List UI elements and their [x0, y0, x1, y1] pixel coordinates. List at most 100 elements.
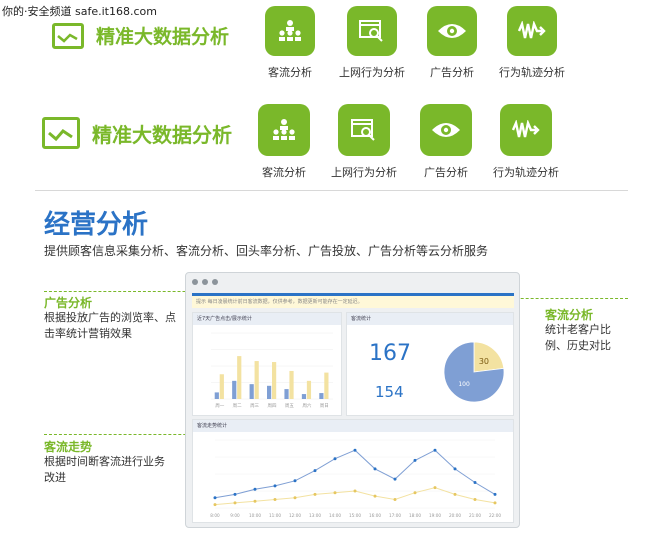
line-point: [393, 498, 397, 501]
bar-tick-label: 周二: [233, 403, 242, 409]
bar-tick-label: 周四: [268, 403, 277, 409]
line-point: [213, 503, 217, 507]
line-point: [473, 481, 477, 484]
line-point: [313, 469, 317, 473]
line-point: [313, 492, 317, 496]
bar: [284, 389, 289, 399]
bar: [219, 374, 224, 399]
line-point: [413, 458, 417, 462]
line-tick-label: 17:00: [389, 513, 401, 518]
bar-tick-label: 周日: [320, 403, 329, 409]
bar: [237, 356, 242, 399]
bar: [214, 392, 219, 399]
line-point: [253, 487, 257, 491]
wave-arrow-icon: [507, 6, 557, 56]
line-point: [333, 491, 337, 495]
line-point: [413, 491, 417, 495]
line-point: [493, 501, 497, 505]
bar-tick-label: 周一: [215, 403, 224, 409]
bar-tick-label: 周五: [285, 403, 294, 409]
dashboard-notice: 提示 每日凌晨统计前日客流数据，仅供参考，数据更新可能存在一定延迟。: [192, 296, 514, 308]
line-tick-label: 20:00: [449, 513, 461, 518]
feature-traffic-bottom[interactable]: 客流分析: [254, 104, 314, 180]
line-tick-label: 10:00: [249, 513, 261, 518]
feature-label: 客流分析: [262, 166, 306, 179]
bar-chart: 周一 周二 周三 周四 周五 周六 周日: [211, 332, 333, 409]
window-close-button[interactable]: [192, 279, 198, 285]
bar: [249, 384, 254, 399]
bar: [289, 370, 294, 399]
line-point: [373, 467, 377, 471]
section-divider: [35, 190, 628, 191]
brand-logo-bottom: 精准大数据分析: [42, 117, 232, 149]
bar: [267, 385, 272, 399]
line-tick-label: 14:00: [329, 513, 341, 518]
line-point: [453, 492, 457, 496]
feature-label: 行为轨迹分析: [493, 166, 559, 179]
browser-search-icon: [338, 104, 390, 156]
customer-count-primary: 167: [369, 341, 411, 366]
chart-trend-icon: [42, 117, 80, 149]
line-point: [293, 479, 297, 483]
line-point: [353, 489, 357, 493]
feature-ad-bottom[interactable]: 广告分析: [416, 104, 476, 180]
line-point: [233, 492, 237, 496]
brand-logo-top: 精准大数据分析: [52, 22, 229, 49]
line-point: [493, 492, 497, 496]
bar-tick-label: 周三: [250, 403, 259, 409]
pie-label: 30: [479, 357, 489, 366]
line-chart: 8:00 9:00 10:00 11:00 12:00 13:00 14:00 15:00 16…: [210, 439, 501, 518]
feature-trajectory-top[interactable]: 行为轨迹分析: [496, 6, 568, 80]
line-chart-panel: 客流走势统计 8:00 9:00 10:00 11:00 12:00 13:00 14:00…: [192, 419, 514, 523]
feature-browsing-top[interactable]: 上网行为分析: [336, 6, 408, 80]
line-point: [233, 501, 237, 505]
dashboard-window: 提示 每日凌晨统计前日客流数据，仅供参考，数据更新可能存在一定延迟。 近7天广告…: [185, 272, 520, 528]
line-point: [273, 484, 277, 488]
window-maximize-button[interactable]: [212, 279, 218, 285]
chart-trend-icon: [52, 22, 84, 49]
window-minimize-button[interactable]: [202, 279, 208, 285]
line-point: [353, 448, 357, 452]
feature-trajectory-bottom[interactable]: 行为轨迹分析: [488, 104, 564, 180]
line-point: [213, 496, 217, 500]
bar: [272, 362, 277, 399]
line-tick-label: 13:00: [309, 513, 321, 518]
line-point: [373, 494, 377, 498]
pie-chart: 30 100: [443, 341, 505, 403]
callout-traffic-trend-text: 根据时间断客流进行业务改进: [44, 455, 165, 484]
bar: [254, 361, 259, 399]
feature-label: 上网行为分析: [339, 66, 405, 79]
line-tick-label: 12:00: [289, 513, 301, 518]
bar: [306, 380, 312, 399]
brand-title: 精准大数据分析: [92, 122, 232, 147]
pie-label: 100: [458, 381, 470, 388]
callout-ad-text: 根据投放广告的浏览率、点击率统计营销效果: [44, 311, 176, 340]
line-point: [433, 486, 437, 490]
brand-title: 精准大数据分析: [96, 26, 230, 48]
bar-chart-panel: 近7天广告点击/展示统计 周一 周二 周三 周四 周五 周六 周日: [192, 312, 342, 416]
line-tick-label: 18:00: [409, 513, 421, 518]
watermark: 你的·安全频道 safe.it168.com: [2, 5, 157, 18]
feature-browsing-bottom[interactable]: 上网行为分析: [326, 104, 402, 180]
callout-ad-title: 广告分析: [44, 296, 93, 310]
customer-count-secondary: 154: [375, 383, 404, 401]
callout-customer-title: 客流分析: [545, 308, 594, 322]
section-description: 提供顾客信息采集分析、客流分析、回头率分析、广告投放、广告分析等云分析服务: [44, 244, 489, 258]
line-point: [453, 467, 457, 471]
line-point: [273, 498, 277, 501]
line-tick-label: 15:00: [349, 513, 361, 518]
line-tick-label: 22:00: [489, 513, 501, 518]
bar: [319, 393, 324, 399]
feature-label: 广告分析: [430, 66, 474, 79]
bar-chart-title: 近7天广告点击/展示统计: [193, 313, 341, 325]
line-tick-label: 11:00: [269, 513, 281, 518]
feature-label: 广告分析: [424, 166, 468, 179]
feature-traffic-top[interactable]: 客流分析: [262, 6, 318, 80]
feature-ad-top[interactable]: 广告分析: [424, 6, 480, 80]
line-tick-label: 21:00: [469, 513, 481, 518]
feature-label: 行为轨迹分析: [499, 66, 565, 79]
browser-search-icon: [347, 6, 397, 56]
customer-panel-title: 客流统计: [347, 313, 513, 325]
people-hierarchy-icon: [258, 104, 310, 156]
eye-icon: [420, 104, 472, 156]
